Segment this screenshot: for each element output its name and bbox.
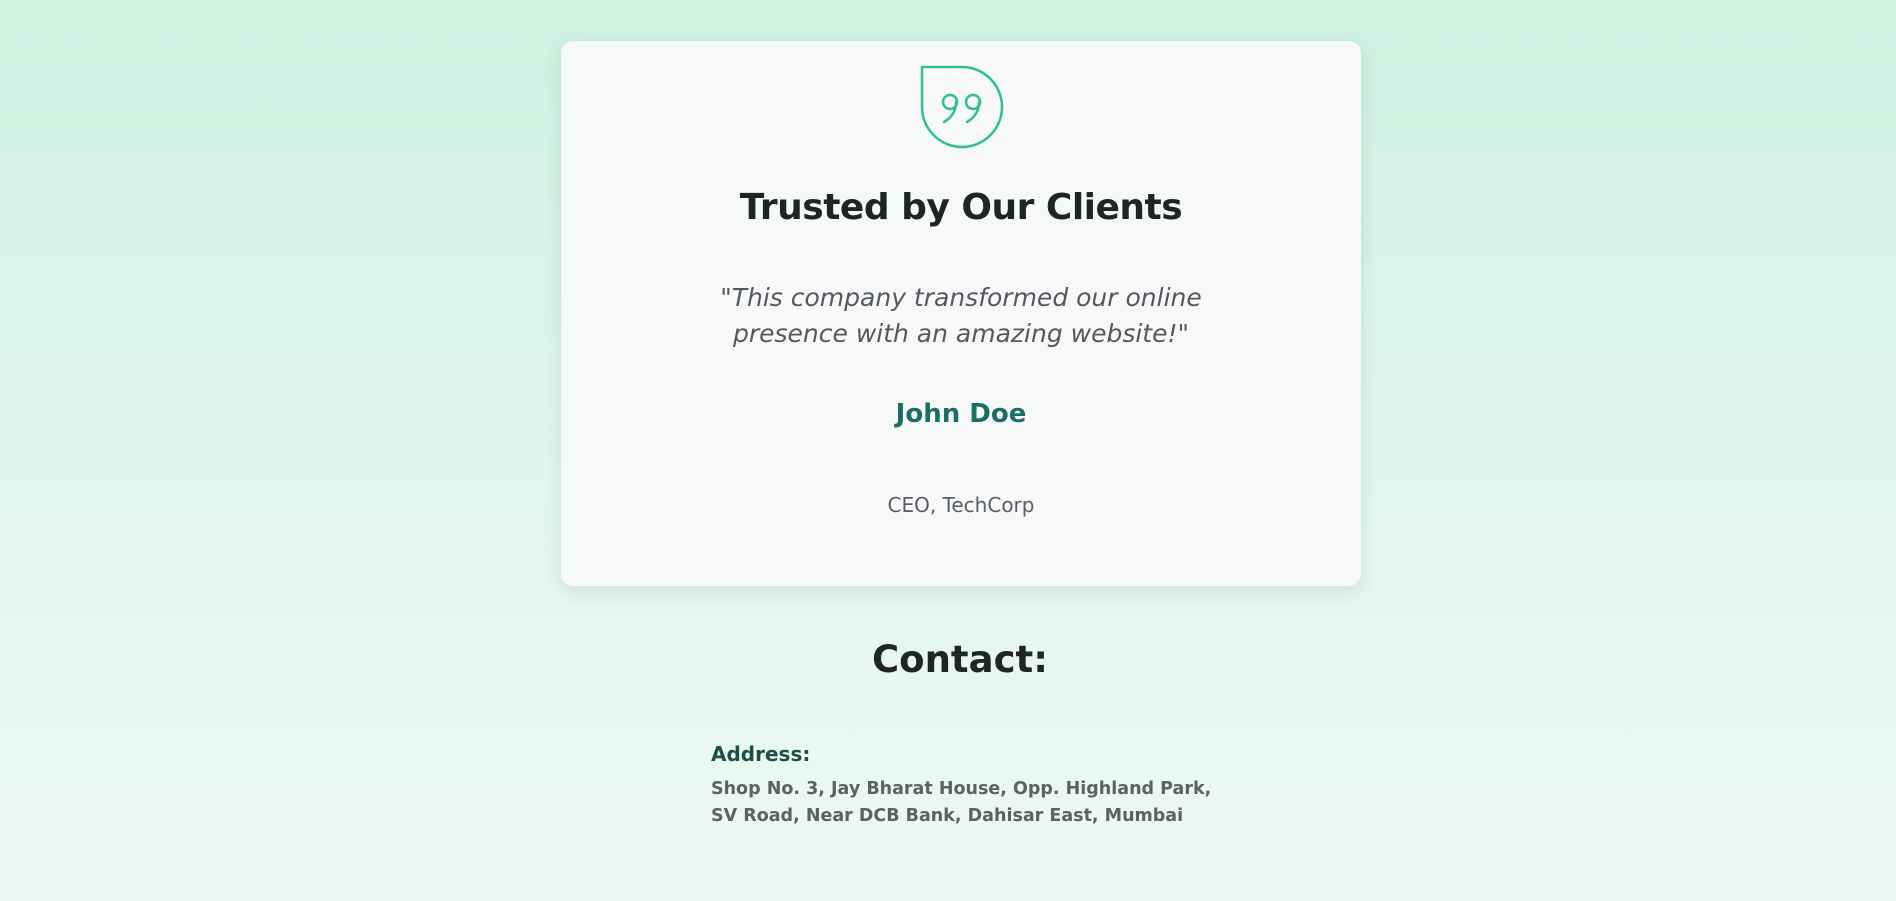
contact-heading: Contact: — [872, 638, 1048, 681]
testimonial-title: Trusted by Our Clients — [739, 187, 1183, 228]
author-role: CEO, TechCorp — [887, 493, 1035, 517]
address-block: Address: Shop No. 3, Jay Bharat House, O… — [711, 742, 1231, 830]
testimonial-quote: "This company transformed our online pre… — [720, 283, 1202, 348]
address-line: SV Road, Near DCB Bank, Dahisar East, Mu… — [711, 806, 1184, 826]
author-name: John Doe — [895, 399, 1027, 429]
address-label: Address: — [711, 742, 811, 766]
address-line: Shop No. 3, Jay Bharat House, Opp. Highl… — [711, 779, 1212, 799]
address-text: Shop No. 3, Jay Bharat House, Opp. Highl… — [711, 776, 1231, 830]
testimonial-card: Trusted by Our Clients "This company tra… — [561, 41, 1361, 586]
quote-bubble-icon — [920, 65, 1004, 149]
